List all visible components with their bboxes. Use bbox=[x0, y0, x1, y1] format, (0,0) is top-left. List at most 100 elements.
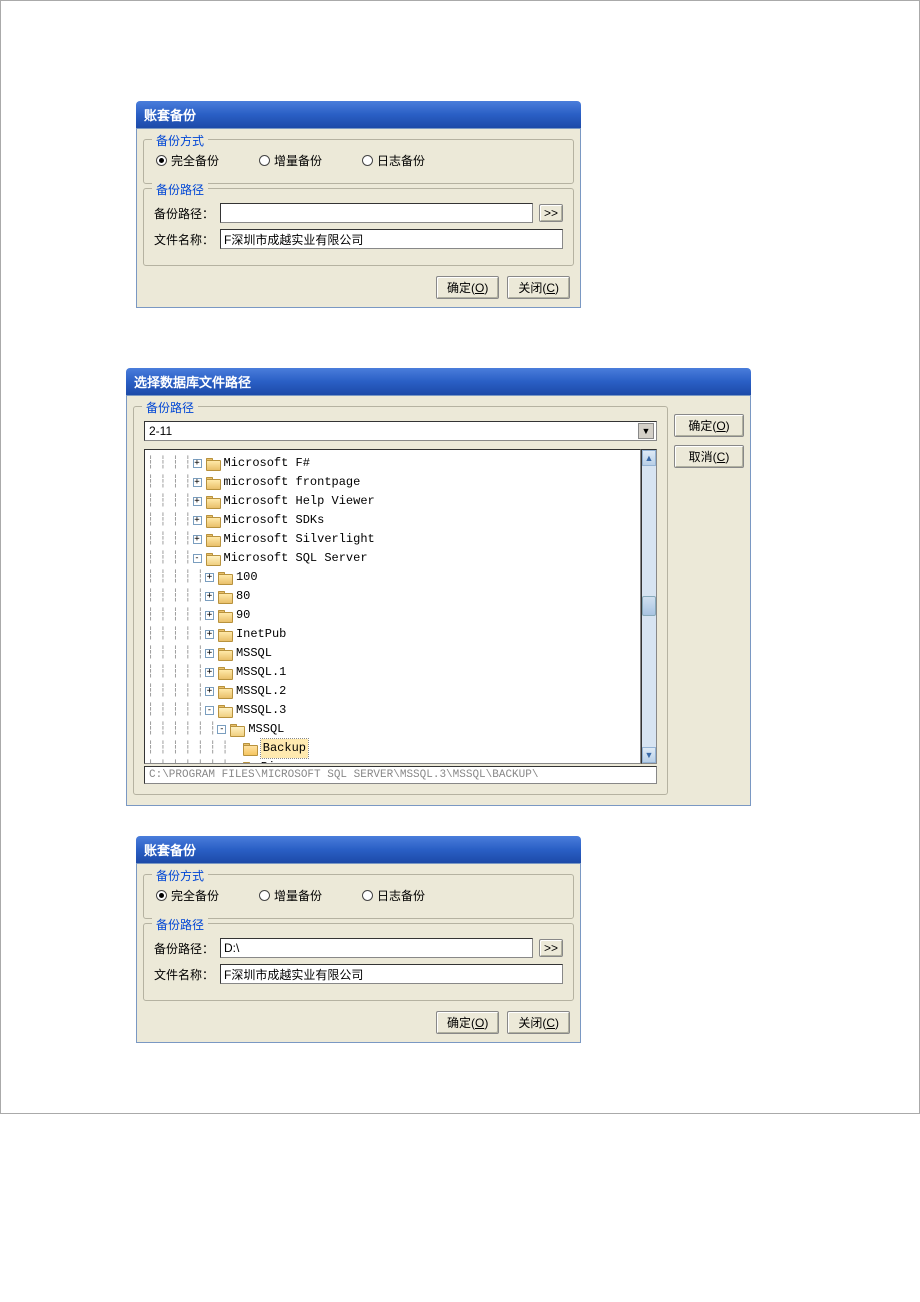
radio-dot-icon bbox=[156, 890, 167, 901]
tree-node[interactable]: ┆ ┆ ┆ ┆ ┆ +InetPub bbox=[147, 625, 638, 644]
folder-icon bbox=[206, 496, 220, 507]
picker-legend: 备份路径 bbox=[142, 399, 198, 416]
tree-node[interactable]: ┆ ┆ ┆ ┆ ┆ +MSSQL bbox=[147, 644, 638, 663]
tree-node[interactable]: ┆ ┆ ┆ ┆ +Microsoft Help Viewer bbox=[147, 492, 638, 511]
expand-icon[interactable]: + bbox=[205, 611, 214, 620]
tree-node[interactable]: ┆ ┆ ┆ ┆ ┆ +MSSQL.2 bbox=[147, 682, 638, 701]
path-input-2[interactable] bbox=[220, 938, 533, 958]
browse-button[interactable]: >> bbox=[539, 204, 563, 222]
expand-icon[interactable]: + bbox=[205, 573, 214, 582]
backup-mode-legend-2: 备份方式 bbox=[152, 867, 208, 884]
folder-open-icon bbox=[218, 705, 232, 716]
backup-path-legend: 备份路径 bbox=[152, 181, 208, 198]
tree-node-label: Backup bbox=[261, 739, 308, 758]
tree-node[interactable]: ┆ ┆ ┆ ┆ ┆ ┆ ┆ +Binn bbox=[147, 758, 638, 764]
tree-node[interactable]: ┆ ┆ ┆ ┆ ┆ +100 bbox=[147, 568, 638, 587]
tree-node[interactable]: ┆ ┆ ┆ ┆ ┆ -MSSQL.3 bbox=[147, 701, 638, 720]
tree-node[interactable]: ┆ ┆ ┆ ┆ +Microsoft Silverlight bbox=[147, 530, 638, 549]
tree-node-label: Microsoft Help Viewer bbox=[224, 492, 375, 511]
picker-cancel-button[interactable]: 取消(C) bbox=[674, 445, 744, 468]
path-input[interactable] bbox=[220, 203, 533, 223]
tree-node-label: Microsoft SDKs bbox=[224, 511, 325, 530]
tree-node[interactable]: ┆ ┆ ┆ ┆ ┆ +80 bbox=[147, 587, 638, 606]
expand-icon[interactable]: + bbox=[205, 630, 214, 639]
radio-dot-icon bbox=[156, 155, 167, 166]
folder-icon bbox=[243, 762, 257, 764]
expand-icon[interactable]: + bbox=[193, 478, 202, 487]
ok-button[interactable]: 确定(O) bbox=[436, 276, 499, 299]
tree-scrollbar[interactable]: ▲ ▼ bbox=[641, 449, 657, 764]
picker-ok-button[interactable]: 确定(O) bbox=[674, 414, 744, 437]
tree-node-label: MSSQL bbox=[248, 720, 284, 739]
radio-incremental-backup[interactable]: 增量备份 bbox=[259, 152, 322, 169]
chevron-down-icon[interactable]: ▼ bbox=[638, 423, 654, 439]
tree-node[interactable]: ┆ ┆ ┆ ┆ ┆ ┆ -MSSQL bbox=[147, 720, 638, 739]
expand-icon[interactable]: + bbox=[205, 687, 214, 696]
tree-node[interactable]: ┆ ┆ ┆ ┆ ┆ ┆ ┆ Backup bbox=[147, 739, 638, 758]
dialog1-body: 备份方式 完全备份 增量备份 日志备份 bbox=[136, 128, 581, 308]
folder-icon bbox=[218, 667, 232, 678]
backup-dialog-1: 账套备份 备份方式 完全备份 增量备份 日志备份 bbox=[136, 101, 581, 308]
dialog3-title[interactable]: 账套备份 bbox=[136, 836, 581, 863]
expand-icon[interactable]: + bbox=[205, 649, 214, 658]
radio-log-backup[interactable]: 日志备份 bbox=[362, 152, 425, 169]
folder-icon bbox=[218, 686, 232, 697]
collapse-icon[interactable]: - bbox=[193, 554, 202, 563]
selected-path-display[interactable]: C:\PROGRAM FILES\MICROSOFT SQL SERVER\MS… bbox=[144, 766, 657, 784]
path-picker-dialog: 选择数据库文件路径 备份路径 2-11 ▼ ┆ ┆ ┆ ┆ +Microsoft… bbox=[126, 368, 751, 806]
close-button[interactable]: 关闭(C) bbox=[507, 276, 570, 299]
filename-input[interactable] bbox=[220, 229, 563, 249]
browse-button-2[interactable]: >> bbox=[539, 939, 563, 957]
folder-icon bbox=[218, 629, 232, 640]
folder-icon bbox=[218, 648, 232, 659]
expand-icon[interactable]: + bbox=[230, 763, 239, 764]
dialog1-title[interactable]: 账套备份 bbox=[136, 101, 581, 128]
folder-icon bbox=[218, 572, 232, 583]
drive-combo[interactable]: 2-11 ▼ bbox=[144, 421, 657, 441]
collapse-icon[interactable]: - bbox=[205, 706, 214, 715]
tree-node[interactable]: ┆ ┆ ┆ ┆ ┆ +MSSQL.1 bbox=[147, 663, 638, 682]
tree-node[interactable]: ┆ ┆ ┆ ┆ ┆ +90 bbox=[147, 606, 638, 625]
tree-node-label: InetPub bbox=[236, 625, 286, 644]
tree-node[interactable]: ┆ ┆ ┆ ┆ +Microsoft SDKs bbox=[147, 511, 638, 530]
folder-icon bbox=[206, 458, 220, 469]
backup-mode-group: 备份方式 完全备份 增量备份 日志备份 bbox=[143, 139, 574, 184]
filename-input-2[interactable] bbox=[220, 964, 563, 984]
expand-icon[interactable]: + bbox=[193, 516, 202, 525]
scroll-up-icon[interactable]: ▲ bbox=[642, 450, 656, 466]
expand-icon[interactable]: + bbox=[205, 668, 214, 677]
radio-full-backup[interactable]: 完全备份 bbox=[156, 152, 219, 169]
tree-node[interactable]: ┆ ┆ ┆ ┆ +Microsoft F# bbox=[147, 454, 638, 473]
scroll-thumb[interactable] bbox=[642, 596, 656, 616]
expand-icon[interactable]: + bbox=[193, 497, 202, 506]
radio-log-backup-2[interactable]: 日志备份 bbox=[362, 887, 425, 904]
tree-node-label: 80 bbox=[236, 587, 250, 606]
tree-node-label: 90 bbox=[236, 606, 250, 625]
radio-empty-icon bbox=[259, 890, 270, 901]
folder-open-icon bbox=[230, 724, 244, 735]
scroll-down-icon[interactable]: ▼ bbox=[642, 747, 656, 763]
radio-full-backup-2[interactable]: 完全备份 bbox=[156, 887, 219, 904]
drive-combo-value: 2-11 bbox=[149, 424, 172, 438]
expand-icon[interactable]: + bbox=[193, 459, 202, 468]
backup-dialog-2: 账套备份 备份方式 完全备份 增量备份 日志备份 bbox=[136, 836, 581, 1043]
filename-label: 文件名称： bbox=[154, 231, 214, 248]
backup-mode-group-2: 备份方式 完全备份 增量备份 日志备份 bbox=[143, 874, 574, 919]
tree-node[interactable]: ┆ ┆ ┆ ┆ -Microsoft SQL Server bbox=[147, 549, 638, 568]
tree-node[interactable]: ┆ ┆ ┆ ┆ +microsoft frontpage bbox=[147, 473, 638, 492]
close-button-2[interactable]: 关闭(C) bbox=[507, 1011, 570, 1034]
dialog3-body: 备份方式 完全备份 增量备份 日志备份 bbox=[136, 863, 581, 1043]
radio-incremental-backup-2[interactable]: 增量备份 bbox=[259, 887, 322, 904]
tree-node-label: microsoft frontpage bbox=[224, 473, 361, 492]
folder-tree[interactable]: ┆ ┆ ┆ ┆ +Microsoft F# ┆ ┆ ┆ ┆ +microsoft… bbox=[144, 449, 641, 764]
ok-button-2[interactable]: 确定(O) bbox=[436, 1011, 499, 1034]
dialog2-title[interactable]: 选择数据库文件路径 bbox=[126, 368, 751, 395]
page-frame: 账套备份 备份方式 完全备份 增量备份 日志备份 bbox=[0, 0, 920, 1114]
collapse-icon[interactable]: - bbox=[217, 725, 226, 734]
expand-icon[interactable]: + bbox=[193, 535, 202, 544]
backup-path-legend-2: 备份路径 bbox=[152, 916, 208, 933]
path-label: 备份路径： bbox=[154, 205, 214, 222]
path-label-2: 备份路径： bbox=[154, 940, 214, 957]
folder-icon bbox=[218, 591, 232, 602]
expand-icon[interactable]: + bbox=[205, 592, 214, 601]
